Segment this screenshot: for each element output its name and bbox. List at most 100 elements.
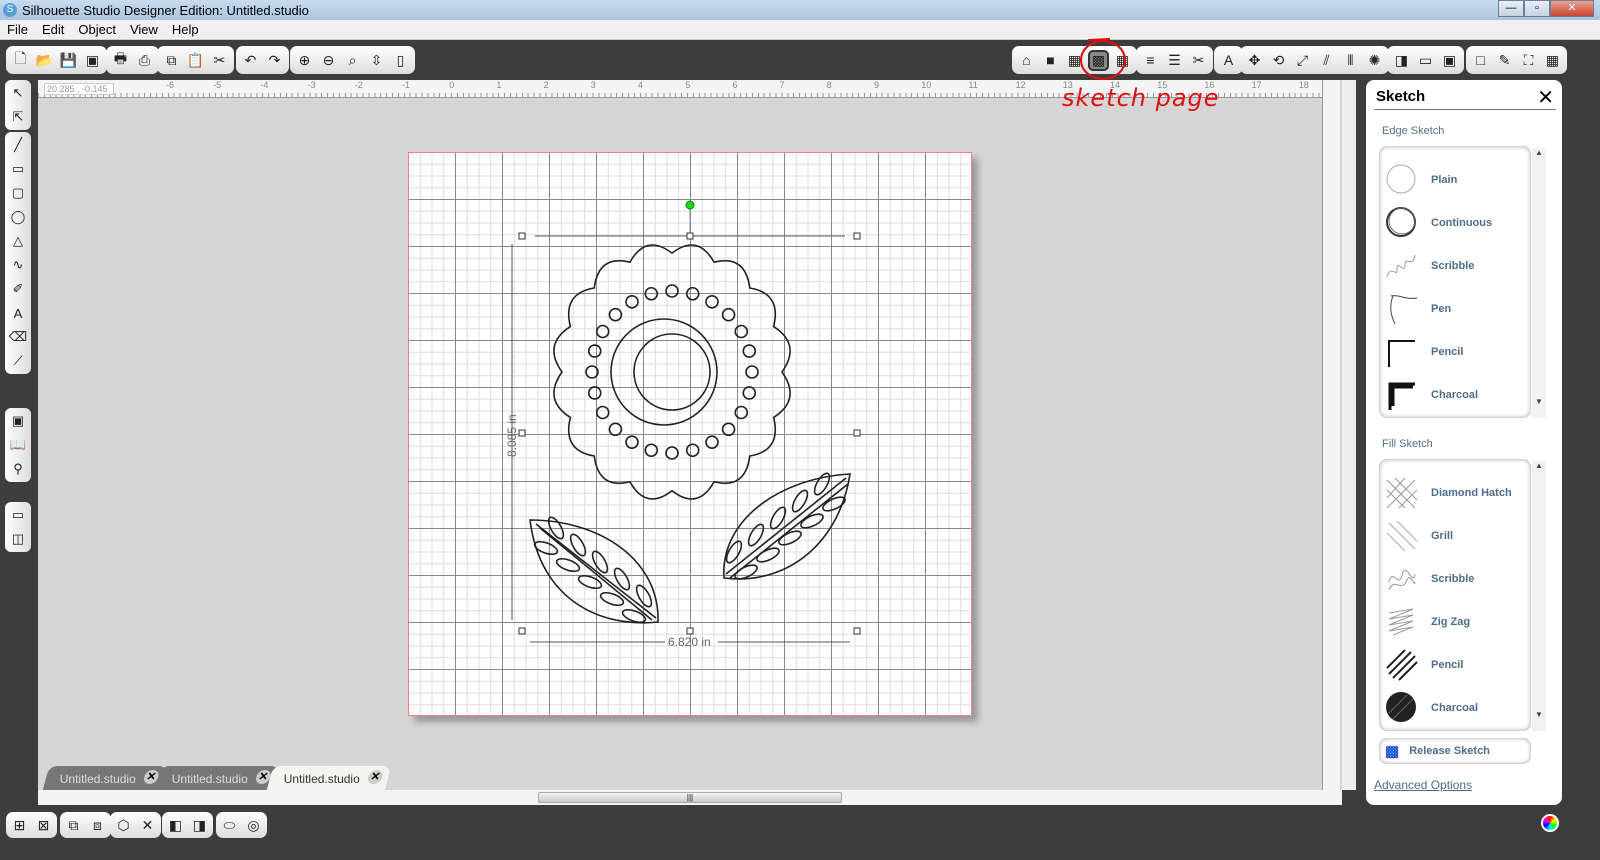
zoom-selection-icon[interactable]: ⌕ (342, 50, 363, 71)
release-compound-icon[interactable]: ⧈ (87, 815, 108, 836)
grid-pattern-icon[interactable]: ▦ (1112, 50, 1133, 71)
redo-icon[interactable]: ↷ (264, 50, 285, 71)
library-book-icon[interactable]: 📖 (8, 435, 28, 455)
send-backward-icon[interactable]: ◨ (189, 815, 210, 836)
cut-style-icon[interactable]: ✂ (1188, 50, 1209, 71)
sketch-option-diamond-hatch[interactable]: Diamond Hatch (1379, 471, 1531, 514)
tab-untitled-studio[interactable]: Untitled.studio ✕ (266, 766, 392, 790)
line-weight-icon[interactable]: ☰ (1164, 50, 1185, 71)
edge-list-scrollbar[interactable]: ▲ ▼ (1532, 148, 1546, 418)
horizontal-scroll-thumb[interactable]: ||| (538, 792, 842, 803)
eraser-icon[interactable]: ⌫ (8, 327, 28, 347)
select-arrow-icon[interactable]: ↖ (8, 83, 28, 103)
sketch-option-pen[interactable]: Pen (1379, 287, 1531, 330)
copy-icon[interactable]: ⧉ (161, 50, 182, 71)
send-to-cutter-icon[interactable]: ⎙ (134, 50, 155, 71)
sketch-icon[interactable]: ▩ (1088, 49, 1109, 71)
vertical-scrollbar[interactable] (1342, 80, 1356, 790)
link-icon[interactable]: ⚲ (8, 459, 28, 479)
paste-icon[interactable]: 📋 (185, 50, 206, 71)
tab-untitled-studio[interactable]: Untitled.studio ✕ (42, 766, 168, 790)
move-icon[interactable]: ✥ (1244, 50, 1265, 71)
ungroup-icon[interactable]: ⊠ (33, 815, 54, 836)
close-panel-icon[interactable]: ✕ (1537, 85, 1554, 110)
polygon-icon[interactable]: △ (8, 231, 28, 251)
curve-icon[interactable]: ∿ (8, 255, 28, 275)
tab-label: Untitled.studio (171, 772, 248, 786)
maximize-button[interactable]: ▫ (1524, 0, 1550, 17)
layout-split-icon[interactable]: ◫ (8, 529, 28, 549)
library-icon[interactable]: ◨ (1391, 50, 1412, 71)
release-sketch-button[interactable]: ▩ Release Sketch (1379, 738, 1531, 764)
page-setup-icon[interactable]: □ (1470, 50, 1491, 71)
text-tool-icon[interactable]: A (8, 303, 28, 323)
sketch-option-scribble[interactable]: Scribble (1379, 557, 1531, 600)
cut-scissors-icon[interactable]: ✂ (209, 50, 230, 71)
weld-icon[interactable]: ⬡ (113, 815, 134, 836)
replicate-icon[interactable]: ✺ (1364, 50, 1385, 71)
design-page-icon[interactable]: ▣ (8, 411, 28, 431)
pan-icon[interactable]: ⇳ (366, 50, 387, 71)
tab-untitled-studio[interactable]: Untitled.studio ✕ (154, 766, 280, 790)
sketch-option-scribble[interactable]: Scribble (1379, 244, 1531, 287)
line-color-icon[interactable]: ■ (1040, 50, 1061, 71)
ellipse-icon[interactable]: ◯ (8, 207, 28, 227)
close-button[interactable]: ✕ (1550, 0, 1594, 17)
menu-view[interactable]: View (130, 22, 158, 37)
advanced-options-link[interactable]: Advanced Options (1374, 778, 1472, 792)
rotate-icon[interactable]: ⟲ (1268, 50, 1289, 71)
store-icon[interactable]: ▭ (1415, 50, 1436, 71)
fit-to-page-icon[interactable]: ▯ (390, 50, 411, 71)
bring-forward-icon[interactable]: ◧ (165, 815, 186, 836)
sketch-option-plain[interactable]: Plain (1379, 158, 1531, 201)
rounded-rectangle-icon[interactable]: ▢ (8, 183, 28, 203)
freehand-icon[interactable]: ✐ (8, 279, 28, 299)
sketch-option-pencil[interactable]: Pencil (1379, 330, 1531, 373)
sketch-option-continuous[interactable]: Continuous (1379, 201, 1531, 244)
menu-object[interactable]: Object (78, 22, 116, 37)
cutting-mat-page[interactable] (408, 152, 972, 716)
zoom-out-icon[interactable]: ⊖ (318, 50, 339, 71)
grid-icon[interactable]: ▦ (1542, 50, 1563, 71)
sketch-option-charcoal[interactable]: Charcoal (1379, 373, 1531, 416)
close-tab-icon[interactable]: ✕ (366, 770, 385, 784)
trace-icon[interactable]: ◎ (243, 815, 264, 836)
pencil-draw-icon[interactable]: ✎ (1494, 50, 1515, 71)
menu-edit[interactable]: Edit (42, 22, 64, 37)
shear-icon[interactable]: ⫽ (1316, 50, 1337, 71)
new-document-icon[interactable]: 🗋 (10, 50, 31, 71)
point-edit-icon[interactable]: ⇱ (8, 107, 28, 127)
registration-icon[interactable]: ▣ (1439, 50, 1460, 71)
menu-file[interactable]: File (7, 22, 28, 37)
fill-pattern-icon[interactable]: ▦ (1064, 50, 1085, 71)
sketch-option-charcoal[interactable]: Charcoal (1379, 686, 1531, 729)
rectangle-icon[interactable]: ▭ (8, 159, 28, 179)
offset-icon[interactable]: ⬭ (219, 815, 240, 836)
print-icon[interactable]: 🖶 (110, 50, 131, 71)
zoom-in-icon[interactable]: ⊕ (294, 50, 315, 71)
make-compound-icon[interactable]: ⧉ (63, 815, 84, 836)
sketch-option-zig-zag[interactable]: Zig Zag (1379, 600, 1531, 643)
line-tool-icon[interactable]: ╱ (8, 135, 28, 155)
align-icon[interactable]: ⫴ (1340, 50, 1361, 71)
zig-zag-icon (1385, 605, 1419, 639)
fill-color-icon[interactable]: ⌂ (1016, 50, 1037, 71)
sketch-option-pencil[interactable]: Pencil (1379, 643, 1531, 686)
save-icon[interactable]: 💾 (58, 50, 79, 71)
open-folder-icon[interactable]: 📂 (34, 50, 55, 71)
minimize-button[interactable]: — (1498, 0, 1524, 17)
text-style-icon[interactable]: A (1218, 50, 1239, 71)
color-wheel-icon[interactable] (1541, 814, 1559, 832)
line-style-icon[interactable]: ≡ (1140, 50, 1161, 71)
save-to-library-icon[interactable]: ▣ (82, 50, 103, 71)
menu-help[interactable]: Help (172, 22, 199, 37)
fill-list-scrollbar[interactable]: ▲ ▼ (1532, 461, 1546, 731)
group-icon[interactable]: ⊞ (9, 815, 30, 836)
fullscreen-icon[interactable]: ⛶ (1518, 50, 1539, 71)
scale-icon[interactable]: ⤢ (1292, 50, 1313, 71)
undo-icon[interactable]: ↶ (240, 50, 261, 71)
knife-icon[interactable]: ⟋ (8, 351, 28, 371)
layout-single-icon[interactable]: ▭ (8, 505, 28, 525)
sketch-option-grill[interactable]: Grill (1379, 514, 1531, 557)
delete-icon[interactable]: ✕ (137, 815, 158, 836)
